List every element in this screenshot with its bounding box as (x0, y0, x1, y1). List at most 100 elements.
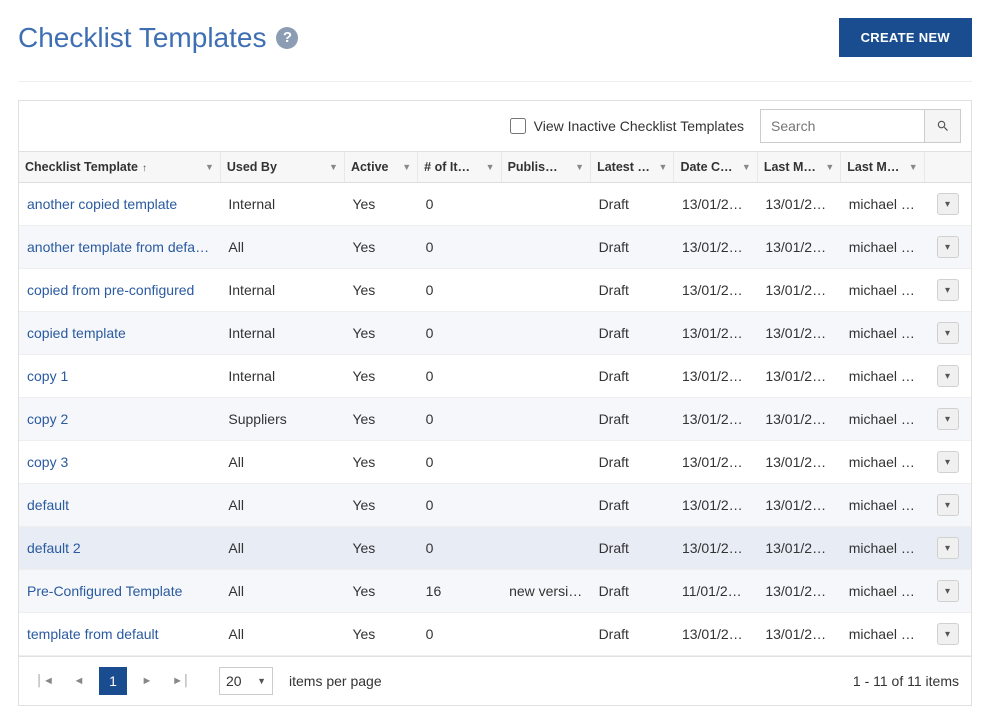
cell-created: 13/01/20… (674, 484, 757, 527)
cell-active: Yes (344, 441, 417, 484)
template-name-link[interactable]: default (19, 484, 220, 527)
filter-icon[interactable]: ▼ (742, 162, 751, 172)
column-label: Used By (227, 160, 277, 174)
cell-published (501, 183, 591, 226)
row-actions-cell: ▾ (924, 226, 971, 269)
cell-active: Yes (344, 312, 417, 355)
row-actions-button[interactable]: ▾ (937, 279, 959, 301)
template-name-link[interactable]: template from default (19, 613, 220, 656)
row-actions-button[interactable]: ▾ (937, 408, 959, 430)
search-button[interactable] (925, 109, 961, 143)
page-title: Checklist Templates ? (18, 22, 298, 54)
row-actions-button[interactable]: ▾ (937, 580, 959, 602)
cell-items: 0 (418, 527, 501, 570)
table-row: copy 2SuppliersYes0Draft13/01/20…13/01/2… (19, 398, 971, 441)
cell-modified: 13/01/20… (757, 441, 840, 484)
column-header[interactable]: Latest …▼ (591, 152, 674, 183)
pager-first-button[interactable]: │◄ (31, 667, 59, 695)
view-inactive-text: View Inactive Checklist Templates (534, 118, 744, 134)
cell-usedby: Internal (220, 183, 344, 226)
template-name-link[interactable]: copy 3 (19, 441, 220, 484)
cell-created: 13/01/20… (674, 226, 757, 269)
filter-icon[interactable]: ▼ (486, 162, 495, 172)
filter-icon[interactable]: ▼ (205, 162, 214, 172)
pager-next-button[interactable]: ► (133, 667, 161, 695)
cell-published (501, 484, 591, 527)
cell-created: 13/01/20… (674, 355, 757, 398)
search-input[interactable] (760, 109, 925, 143)
column-header[interactable]: Checklist Template↑▼ (19, 152, 220, 183)
pager-summary: 1 - 11 of 11 items (853, 673, 959, 689)
cell-usedby: All (220, 527, 344, 570)
row-actions-button[interactable]: ▾ (937, 322, 959, 344)
column-header[interactable]: Date C…▼ (674, 152, 757, 183)
row-actions-button[interactable]: ▾ (937, 451, 959, 473)
template-name-link[interactable]: copied template (19, 312, 220, 355)
template-name-link[interactable]: another copied template (19, 183, 220, 226)
items-per-page-label: items per page (289, 673, 382, 689)
cell-modified: 13/01/20… (757, 398, 840, 441)
filter-icon[interactable]: ▼ (825, 162, 834, 172)
column-header[interactable] (924, 152, 971, 183)
row-actions-button[interactable]: ▾ (937, 193, 959, 215)
cell-latest: Draft (591, 398, 674, 441)
cell-modified: 13/01/20… (757, 613, 840, 656)
cell-items: 0 (418, 441, 501, 484)
page-header: Checklist Templates ? CREATE NEW (18, 18, 972, 82)
pager-prev-button[interactable]: ◄ (65, 667, 93, 695)
column-label: Active (351, 160, 389, 174)
filter-icon[interactable]: ▼ (659, 162, 668, 172)
filter-icon[interactable]: ▼ (909, 162, 918, 172)
cell-active: Yes (344, 269, 417, 312)
filter-icon[interactable]: ▼ (329, 162, 338, 172)
cell-usedby: Suppliers (220, 398, 344, 441)
filter-icon[interactable]: ▼ (402, 162, 411, 172)
template-name-link[interactable]: Pre-Configured Template (19, 570, 220, 613)
template-name-link[interactable]: copy 1 (19, 355, 220, 398)
cell-active: Yes (344, 613, 417, 656)
page-size-select[interactable]: 20 ▼ (219, 667, 273, 695)
cell-published (501, 441, 591, 484)
cell-latest: Draft (591, 269, 674, 312)
row-actions-button[interactable]: ▾ (937, 236, 959, 258)
cell-created: 11/01/20… (674, 570, 757, 613)
template-name-link[interactable]: default 2 (19, 527, 220, 570)
cell-active: Yes (344, 484, 417, 527)
table-row: default 2AllYes0Draft13/01/20…13/01/20…m… (19, 527, 971, 570)
column-header[interactable]: Publis… ▼ (501, 152, 591, 183)
cell-modified: 13/01/20… (757, 312, 840, 355)
view-inactive-checkbox[interactable] (510, 118, 526, 134)
column-header[interactable]: Active ▼ (344, 152, 417, 183)
cell-active: Yes (344, 398, 417, 441)
cell-items: 0 (418, 183, 501, 226)
pager-last-button[interactable]: ►│ (167, 667, 195, 695)
column-header[interactable]: Last M…▼ (757, 152, 840, 183)
create-new-button[interactable]: CREATE NEW (839, 18, 972, 57)
row-actions-button[interactable]: ▾ (937, 623, 959, 645)
cell-modby: michael k… (841, 441, 924, 484)
row-actions-button[interactable]: ▾ (937, 537, 959, 559)
column-header[interactable]: Last M…▼ (841, 152, 924, 183)
template-name-link[interactable]: another template from defa… (19, 226, 220, 269)
column-header[interactable]: Used By ▼ (220, 152, 344, 183)
column-header[interactable]: # of It…▼ (418, 152, 501, 183)
template-name-link[interactable]: copy 2 (19, 398, 220, 441)
column-label: Publis… (508, 160, 558, 174)
pager: │◄ ◄ 1 ► ►│ 20 ▼ items per page 1 - 11 o… (19, 656, 971, 705)
row-actions-button[interactable]: ▾ (937, 494, 959, 516)
cell-items: 0 (418, 269, 501, 312)
cell-usedby: Internal (220, 269, 344, 312)
filter-icon[interactable]: ▼ (575, 162, 584, 172)
template-name-link[interactable]: copied from pre-configured (19, 269, 220, 312)
table-row: Pre-Configured TemplateAllYes16new versi… (19, 570, 971, 613)
cell-published (501, 269, 591, 312)
help-icon[interactable]: ? (276, 27, 298, 49)
cell-items: 0 (418, 484, 501, 527)
cell-modified: 13/01/20… (757, 484, 840, 527)
row-actions-button[interactable]: ▾ (937, 365, 959, 387)
templates-table: Checklist Template↑▼Used By▼Active▼# of … (19, 152, 971, 656)
table-row: template from defaultAllYes0Draft13/01/2… (19, 613, 971, 656)
cell-modby: michael k… (841, 183, 924, 226)
pager-current-page[interactable]: 1 (99, 667, 127, 695)
view-inactive-label[interactable]: View Inactive Checklist Templates (510, 118, 744, 134)
